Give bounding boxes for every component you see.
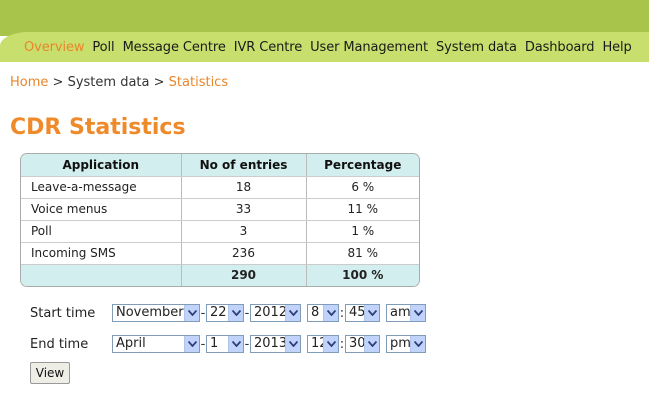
cell-entries: 33 bbox=[181, 198, 307, 221]
end-time-row: End time April - 1 - 2013 12 : 30 pm bbox=[30, 335, 426, 353]
end-day-value: 1 bbox=[210, 336, 219, 351]
start-day-select[interactable]: 22 bbox=[206, 304, 244, 322]
start-year-select[interactable]: 2012 bbox=[250, 304, 301, 322]
cell-entries: 3 bbox=[181, 220, 307, 243]
cell-total-entries: 290 bbox=[181, 264, 307, 286]
nav-item-overview[interactable]: Overview bbox=[24, 40, 85, 55]
cell-percentage: 81 % bbox=[306, 242, 419, 265]
start-hour-select[interactable]: 8 bbox=[307, 304, 339, 322]
end-ampm-select[interactable]: pm bbox=[386, 335, 426, 353]
cell-application: Incoming SMS bbox=[21, 242, 182, 265]
cell-percentage: 11 % bbox=[306, 198, 419, 221]
page-title: CDR Statistics bbox=[10, 115, 186, 140]
table-row: Incoming SMS 236 81 % bbox=[21, 242, 419, 265]
end-ampm-value: pm bbox=[390, 336, 411, 351]
breadcrumb-separator: > bbox=[52, 75, 64, 90]
chevron-down-icon bbox=[228, 305, 243, 321]
column-header-application: Application bbox=[21, 154, 182, 177]
cell-application: Voice menus bbox=[21, 198, 182, 221]
start-hour-value: 8 bbox=[311, 305, 320, 320]
nav-item-dashboard[interactable]: Dashboard bbox=[525, 40, 595, 55]
start-day-value: 22 bbox=[210, 305, 227, 320]
cell-percentage: 6 % bbox=[306, 176, 419, 199]
chevron-down-icon bbox=[410, 336, 425, 352]
chevron-down-icon bbox=[364, 336, 379, 352]
table-row: Leave-a-message 18 6 % bbox=[21, 176, 419, 199]
cdr-statistics-table: Application No of entries Percentage Lea… bbox=[20, 153, 420, 287]
view-button[interactable]: View bbox=[30, 362, 70, 384]
column-header-percentage: Percentage bbox=[306, 154, 419, 177]
nav-item-ivr-centre[interactable]: IVR Centre bbox=[234, 40, 302, 55]
end-hour-select[interactable]: 12 bbox=[307, 335, 339, 353]
start-minute-select[interactable]: 45 bbox=[345, 304, 380, 322]
chevron-down-icon bbox=[364, 305, 379, 321]
nav-item-poll[interactable]: Poll bbox=[92, 40, 114, 55]
start-ampm-value: am bbox=[390, 305, 411, 320]
chevron-down-icon bbox=[184, 336, 199, 352]
chevron-down-icon bbox=[285, 336, 300, 352]
nav-item-user-management[interactable]: User Management bbox=[310, 40, 428, 55]
cell-entries: 236 bbox=[181, 242, 307, 265]
start-ampm-select[interactable]: am bbox=[386, 304, 426, 322]
breadcrumb-separator: > bbox=[153, 75, 165, 90]
chevron-down-icon bbox=[323, 336, 338, 352]
start-month-value: November bbox=[116, 305, 184, 320]
end-year-value: 2013 bbox=[254, 336, 288, 351]
breadcrumb: Home > System data > Statistics bbox=[10, 75, 228, 90]
end-minute-select[interactable]: 30 bbox=[345, 335, 380, 353]
cell-entries: 18 bbox=[181, 176, 307, 199]
start-time-label: Start time bbox=[30, 305, 96, 321]
chevron-down-icon bbox=[184, 305, 199, 321]
cell-application: Leave-a-message bbox=[21, 176, 182, 199]
main-nav: Overview Poll Message Centre IVR Centre … bbox=[24, 40, 632, 55]
breadcrumb-home-link[interactable]: Home bbox=[10, 75, 48, 90]
nav-item-message-centre[interactable]: Message Centre bbox=[123, 40, 226, 55]
header-band bbox=[0, 0, 649, 36]
chevron-down-icon bbox=[228, 336, 243, 352]
start-year-value: 2012 bbox=[254, 305, 288, 320]
chevron-down-icon bbox=[323, 305, 338, 321]
table-row: Voice menus 33 11 % bbox=[21, 198, 419, 221]
start-time-row: Start time November - 22 - 2012 8 : 45 a… bbox=[30, 304, 426, 322]
end-day-select[interactable]: 1 bbox=[206, 335, 244, 353]
end-time-label: End time bbox=[30, 336, 89, 352]
table-row: Poll 3 1 % bbox=[21, 220, 419, 243]
end-year-select[interactable]: 2013 bbox=[250, 335, 301, 353]
nav-item-help[interactable]: Help bbox=[602, 40, 631, 55]
end-month-select[interactable]: April bbox=[112, 335, 200, 353]
breadcrumb-system-data: System data bbox=[67, 75, 150, 90]
start-month-select[interactable]: November bbox=[112, 304, 200, 322]
table-header-row: Application No of entries Percentage bbox=[21, 154, 419, 177]
table-total-row: 290 100 % bbox=[21, 264, 419, 286]
cell-application: Poll bbox=[21, 220, 182, 243]
breadcrumb-current: Statistics bbox=[168, 75, 229, 90]
column-header-entries: No of entries bbox=[181, 154, 307, 177]
nav-item-system-data[interactable]: System data bbox=[436, 40, 517, 55]
cell-percentage: 1 % bbox=[306, 220, 419, 243]
chevron-down-icon bbox=[285, 305, 300, 321]
end-month-value: April bbox=[116, 336, 146, 351]
cell-total-percentage: 100 % bbox=[342, 268, 384, 283]
cell-total-label bbox=[21, 264, 182, 286]
chevron-down-icon bbox=[410, 305, 425, 321]
